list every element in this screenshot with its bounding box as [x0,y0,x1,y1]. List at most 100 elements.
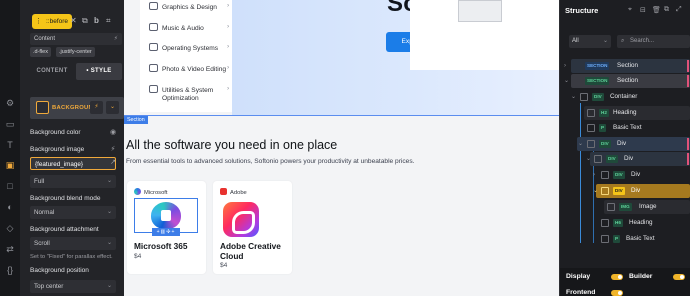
blend-mode-select[interactable]: Normal ⌄ [30,206,116,219]
tree-row[interactable]: ⌄ DIV Div [560,137,690,151]
chevron-down-icon[interactable]: ⌄ [564,74,569,88]
builder-label: Builder [629,273,653,280]
tree-row[interactable]: H6 Heading [560,216,690,230]
preview-canvas[interactable]: Graphics & Design › Music & Audio › Operat… [124,0,560,296]
settings-icon[interactable]: ⚙ [5,98,15,108]
dynamic-data-icon[interactable]: ⚡ [90,101,103,114]
content-field[interactable]: Content ⚡ [30,33,122,45]
chevron-down-icon: ⌄ [602,38,608,44]
attachment-select[interactable]: Scroll ⌄ [30,237,116,250]
structure-search-input[interactable]: ⌕ Search... [617,35,690,48]
tree-row[interactable]: P Basic Text [560,121,690,135]
shadow-icon[interactable]: ◇ [5,223,15,233]
delete-icon[interactable]: 🗑 [652,6,661,14]
external-link-icon[interactable]: ↗ [108,158,118,168]
music-icon [149,23,158,31]
tree-row[interactable]: P Basic Text [560,232,690,246]
category-menu: Graphics & Design › Music & Audio › Operat… [140,0,232,112]
tree-row[interactable]: ⌄ SECTION Section [560,74,690,88]
chevron-down-icon[interactable]: ⌄ [586,152,591,166]
chevron-right-icon[interactable]: › [564,59,566,73]
structure-filter-select[interactable]: All ⌄ [569,35,611,48]
tab-style[interactable]: • STYLE [76,63,122,80]
background-icon[interactable]: ▣ [5,160,15,170]
position-select[interactable]: Top center ⌄ [30,280,116,293]
chevron-down-icon[interactable]: ⌄ [593,184,598,198]
menu-item-continued: Optimization [162,95,199,102]
dynamic-data-icon[interactable]: ⚡ [108,145,118,155]
menu-item[interactable]: Operating Systems › [149,43,229,52]
icon-rail: ⚙ ▭ T ▣ □ ◐ ◇ ⇄ {} [0,0,20,296]
expand-icon[interactable]: ⤢ [676,6,682,14]
bg-size-select[interactable]: Full ⌄ [30,175,116,188]
menu-item[interactable]: Music & Audio › [149,23,229,32]
product-price: $4 [220,262,228,269]
transform-icon[interactable]: ⇄ [5,244,15,254]
dynamic-data-icon[interactable]: ⚡ [114,33,118,45]
search-icon: ⌕ [621,38,625,44]
link-icon[interactable]: ⧉ [82,16,88,26]
class-chip[interactable]: .d-flex [30,47,51,57]
selected-image[interactable]: +▥✣+ [134,198,198,236]
custom-css-icon[interactable]: {} [5,265,15,275]
menu-item[interactable]: Photo & Video Editing › [149,64,230,73]
tree-row[interactable]: ⌄ DIV Container [560,90,690,104]
tag-icon[interactable]: ⌖ [628,6,632,14]
tree-row[interactable]: › SECTION Section [560,59,690,73]
chevron-down-icon[interactable]: ⌄ [578,137,583,151]
color-picker-icon[interactable]: ◉ [108,128,118,138]
menu-item[interactable]: Utilities & System › [149,85,229,94]
microsoft-365-logo [151,202,181,229]
adobe-icon [220,188,227,195]
chevron-right-icon: › [227,85,230,92]
close-icon[interactable]: ✕ [70,16,77,25]
utilities-icon [149,85,158,93]
layout-icon[interactable]: ▭ [5,119,15,129]
product-title: Adobe Creative Cloud [220,241,281,261]
class-chip[interactable]: .justify-center [56,47,95,57]
tree-row[interactable]: IMG Image [560,200,690,214]
background-section-header[interactable]: BACKGROUND ⚡ ⌄ [30,97,124,119]
bg-image-label: Background image [30,146,85,153]
chevron-down-icon: ⌄ [106,240,112,246]
display-toggle[interactable] [611,274,623,280]
chevron-down-icon[interactable]: ⌄ [106,101,119,114]
chevron-right-icon: › [227,64,230,71]
chevron-down-icon[interactable]: ⌄ [571,90,576,104]
section-subheading: From essential tools to advanced solutio… [126,158,415,165]
tree-row-selected[interactable]: ⌄ DIV Div [560,184,690,198]
menu-item[interactable]: Graphics & Design › [149,2,229,11]
tree-row[interactable]: ⌄ DIV Div [560,152,690,166]
position-label: Background position [30,267,89,274]
collapse-icon[interactable]: ⊟ [640,6,646,14]
microsoft-icon [134,188,141,195]
image-toolbar[interactable]: +▥✣+ [152,228,180,236]
tab-content[interactable]: CONTENT [30,63,74,80]
tree-row[interactable]: › DIV Div [560,168,690,182]
border-icon[interactable]: □ [5,181,15,191]
product-card[interactable]: Microsoft +▥✣+ Microsoft 365 $4 [127,181,206,274]
code-icon[interactable]: ⌗ [106,16,111,26]
section-heading: All the software you need in one place [126,138,338,152]
effects-icon[interactable]: ◐ [5,202,15,212]
bold-icon[interactable]: b [94,16,99,25]
copy-icon[interactable]: ⧉ [664,6,669,14]
chevron-right-icon[interactable]: › [593,168,595,182]
attachment-hint: Set to "Fixed" for parallax effect. [30,254,113,260]
pseudo-selector-chip[interactable]: ⋮ ::before [32,14,73,29]
selected-section[interactable]: Section All the software you need in one… [124,115,560,296]
bg-image-input[interactable]: {featured_image} [30,157,116,170]
chevron-right-icon: › [227,43,230,50]
text-icon[interactable]: T [5,140,15,150]
product-card[interactable]: Adobe Adobe Creative Cloud $4 [213,181,292,274]
image-placeholder-icon [458,0,502,22]
attachment-label: Background attachment [30,226,99,233]
builder-toggle[interactable] [673,274,685,280]
menu-area: Graphics & Design › Music & Audio › Operat… [124,0,232,115]
blend-mode-label: Background blend mode [30,195,101,202]
tree-row[interactable]: H2 Heading [560,106,690,120]
panel-tabs: CONTENT • STYLE [30,63,122,80]
frontend-toggle[interactable] [611,290,623,296]
structure-footer: Display Builder Frontend [560,268,690,296]
bg-color-label: Background color [30,129,81,136]
